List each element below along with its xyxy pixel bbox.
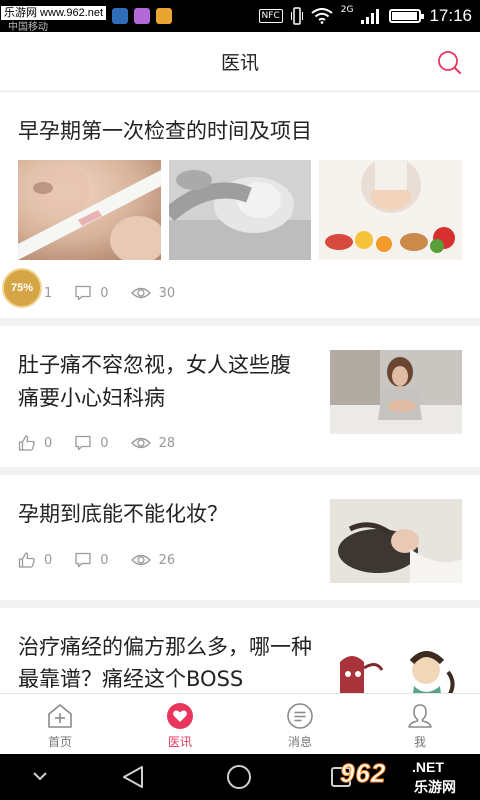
tab-messages[interactable]: 消息 [240,694,360,754]
top-app-bar: 医讯 [0,32,480,92]
vibrate-icon [290,7,303,25]
tab-me[interactable]: 我 [360,694,480,754]
network-type-label: 2G [340,5,354,15]
tab-label: 医讯 [167,735,192,749]
watermark-number: 962 [339,758,387,789]
article-image-strip [18,160,463,260]
article-stats: 1 0 30 [18,284,197,302]
comment-count: 0 [100,285,109,301]
news-feed[interactable]: 早孕期第一次检查的时间及项目 1 0 30 肚子痛不容忽视，女人这些腹痛要小心妇… [0,93,480,693]
tab-news[interactable]: 医讯 [120,694,240,754]
watermark-name: 乐游网 [414,780,456,796]
like-count: 0 [44,435,53,451]
search-icon[interactable] [436,49,462,75]
comment-icon [75,552,91,568]
view-count: 30 [158,285,176,301]
article-card[interactable]: 肚子痛不容忽视，女人这些腹痛要小心妇科病 0 0 28 [0,326,480,475]
comment-stat[interactable]: 0 [74,551,109,569]
system-navigation-bar: 962 .NET 乐游网 [0,754,480,800]
tab-label: 首页 [47,735,72,749]
eye-icon [130,554,151,566]
article-title[interactable]: 孕期到底能不能化妆？ [18,500,228,528]
battery-icon [389,9,425,23]
like-count: 1 [44,285,53,301]
app-notification-icon [112,8,129,24]
clock: 17:16 [429,6,472,25]
floating-progress-badge[interactable]: 75% [2,268,42,308]
comment-icon [75,435,91,451]
view-count: 26 [158,552,176,568]
app-notification-icon [134,8,151,24]
article-card[interactable]: 早孕期第一次检查的时间及项目 1 0 30 [0,93,480,326]
watermark-logo: 962 .NET 乐游网 [339,758,476,797]
chevron-down-icon[interactable] [32,770,48,782]
comment-stat[interactable]: 0 [74,434,109,452]
comment-icon [75,285,91,301]
like-stat[interactable]: 0 [18,551,52,569]
tab-label: 我 [413,735,426,749]
tab-home[interactable]: 首页 [0,694,120,754]
comment-count: 0 [100,552,109,568]
back-icon[interactable] [120,765,146,789]
article-image-fruits [319,160,463,260]
eye-icon [130,287,151,299]
heart-icon [167,703,193,729]
message-icon [287,703,313,729]
eye-icon [130,437,151,449]
user-icon [408,704,432,728]
home-circle-icon[interactable] [226,764,252,790]
view-count: 28 [158,435,176,451]
article-card[interactable]: 孕期到底能不能化妆？ 0 0 26 [0,475,480,608]
thumbs-up-icon [18,435,35,451]
status-bar: 乐游网 www.962.net 中国移动 NFC 2G 17:16 [0,0,480,33]
view-stat: 26 [130,551,176,569]
view-stat: 30 [130,284,176,302]
tab-label: 消息 [287,735,312,749]
signal-icon [361,9,380,24]
article-image-pregnancy-test [18,160,161,260]
comment-stat[interactable]: 0 [74,284,109,302]
carrier-label: 中国移动 [8,22,48,33]
article-thumbnail [330,632,462,693]
app-notification-icon [156,8,173,24]
bottom-tab-bar: 首页 医讯 消息 我 [0,693,480,754]
nfc-icon: NFC [258,9,283,23]
page-title: 医讯 [220,52,259,74]
article-image-belly [168,160,312,260]
article-card[interactable]: 治疗痛经的偏方那么多，哪一种最靠谱？痛经这个BOSS [0,608,480,693]
view-stat: 28 [130,434,176,452]
thumbs-up-icon [18,552,35,568]
home-plus-icon [48,704,72,728]
article-thumbnail [330,499,462,583]
article-stats: 0 0 28 [18,434,197,452]
watermark-suffix: .NET [412,759,444,775]
article-title[interactable]: 肚子痛不容忽视，女人这些腹痛要小心妇科病 [18,349,308,415]
like-count: 0 [44,552,53,568]
article-title[interactable]: 治疗痛经的偏方那么多，哪一种最靠谱？痛经这个BOSS [18,631,318,693]
article-thumbnail [330,350,462,434]
article-title[interactable]: 早孕期第一次检查的时间及项目 [18,117,312,145]
article-stats: 0 0 26 [18,551,197,569]
comment-count: 0 [100,435,109,451]
like-stat[interactable]: 0 [18,434,52,452]
wifi-icon [311,8,333,24]
